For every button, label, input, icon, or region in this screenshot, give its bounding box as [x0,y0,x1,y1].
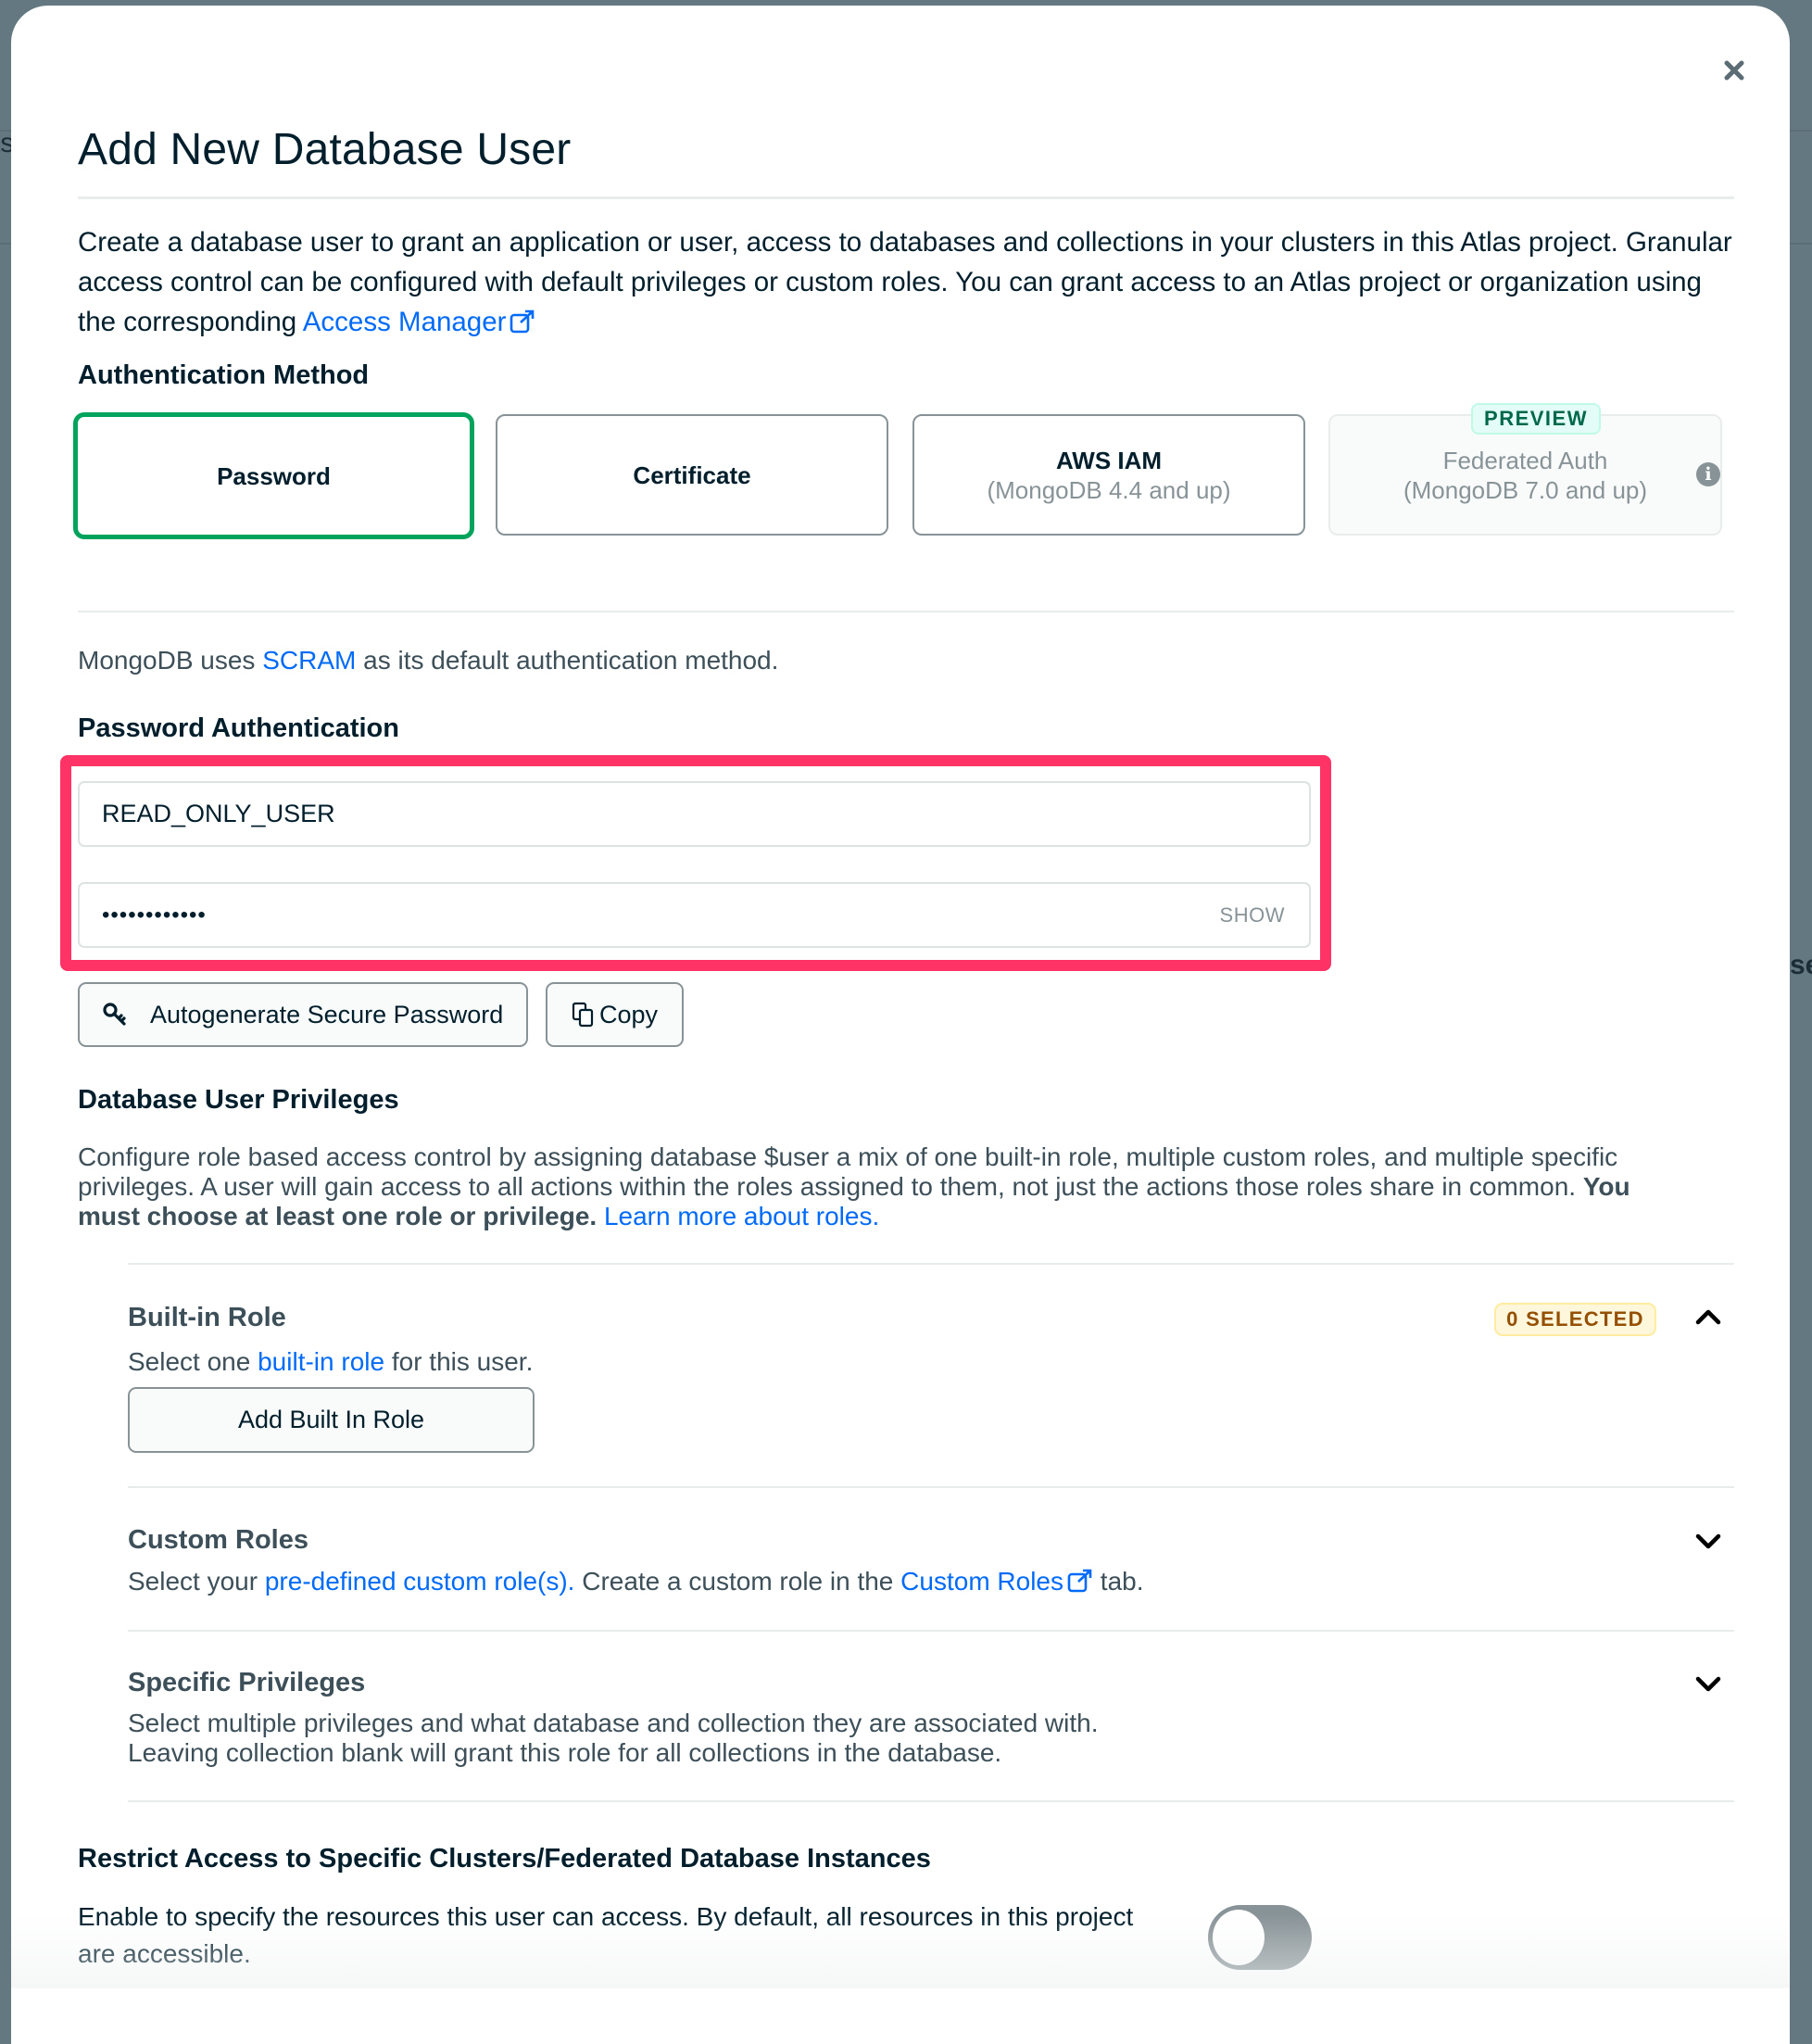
chevron-down-icon[interactable] [1693,1526,1723,1556]
privileges-description: Configure role based access control by a… [78,1142,1630,1230]
restrict-access-line2: are accessible. [78,1939,251,1968]
selected-count-badge: 0 SELECTED [1494,1303,1656,1336]
add-built-in-role-button[interactable]: Add Built In Role [128,1387,535,1453]
restrict-access-heading: Restrict Access to Specific Clusters/Fed… [78,1844,931,1874]
specific-privileges-line1: Select multiple privileges and what data… [128,1709,1099,1737]
close-icon [1724,60,1744,81]
close-button[interactable] [1718,54,1751,87]
copy-password-button[interactable]: Copy [546,982,684,1047]
copy-icon [572,1002,594,1028]
section-divider [128,1800,1734,1802]
predefined-custom-roles-link[interactable]: pre-defined custom role(s). [265,1567,575,1596]
scram-note: MongoDB uses SCRAM as its default authen… [78,646,779,675]
section-divider [128,1263,1734,1265]
add-database-user-modal: Add New Database User Create a database … [11,6,1790,2044]
specific-privileges-title: Specific Privileges [128,1668,366,1697]
learn-more-roles-link[interactable]: Learn more about roles. [604,1202,879,1230]
auth-option-certificate[interactable]: Certificate [496,414,888,536]
info-icon[interactable]: i [1696,462,1720,486]
access-manager-link[interactable]: Access Manager [303,307,536,337]
preview-badge: PREVIEW [1471,403,1601,435]
modal-title: Add New Database User [78,125,572,174]
custom-roles-tab-link[interactable]: Custom Roles [900,1567,1093,1596]
external-link-icon [510,309,535,334]
autogenerate-password-button[interactable]: Autogenerate Secure Password [78,982,528,1047]
section-divider [128,1630,1734,1632]
custom-roles-title: Custom Roles [128,1525,308,1555]
username-input[interactable]: READ_ONLY_USER [78,781,1311,847]
section-divider [78,611,1734,612]
specific-privileges-line2: Leaving collection blank will grant this… [128,1738,1002,1767]
builtin-role-subtitle: Select one built-in role for this user. [128,1347,534,1376]
password-auth-heading: Password Authentication [78,713,399,743]
external-link-icon [1067,1569,1092,1593]
restrict-access-toggle[interactable] [1208,1905,1312,1970]
custom-roles-subtitle: Select your pre-defined custom role(s). … [128,1567,1144,1596]
builtin-role-link[interactable]: built-in role [258,1347,384,1376]
background-text: se [1790,950,1812,980]
privileges-heading: Database User Privileges [78,1085,399,1115]
password-input[interactable]: •••••••••••• SHOW [78,882,1311,948]
toggle-knob [1213,1910,1265,1965]
chevron-down-icon[interactable] [1693,1669,1723,1698]
auth-method-heading: Authentication Method [78,360,370,390]
section-divider [128,1486,1734,1488]
title-divider [78,196,1734,199]
chevron-up-icon[interactable] [1693,1303,1723,1332]
intro-text: Create a database user to grant an appli… [78,227,1732,337]
builtin-role-title: Built-in Role [128,1303,286,1332]
auth-option-aws-iam[interactable]: AWS IAM (MongoDB 4.4 and up) [912,414,1305,536]
auth-option-password[interactable]: Password [73,412,474,539]
show-password-button[interactable]: SHOW [1220,903,1285,927]
restrict-access-line1: Enable to specify the resources this use… [78,1902,1134,1931]
key-icon [103,1003,126,1026]
scram-link[interactable]: SCRAM [262,646,356,675]
